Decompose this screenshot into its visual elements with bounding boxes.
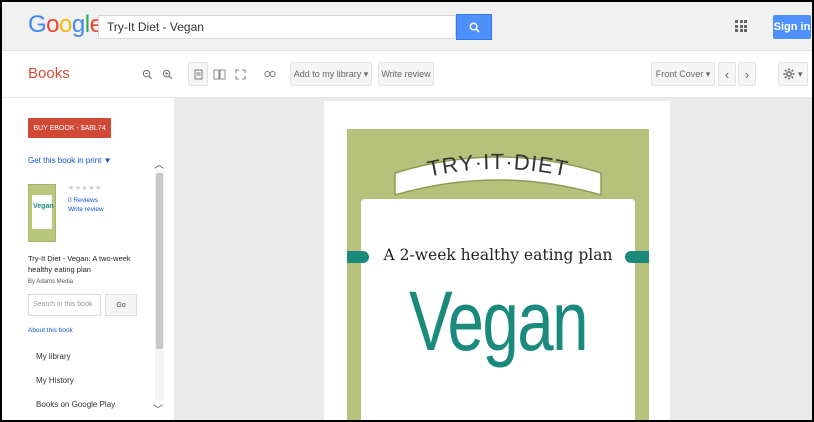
reviews-link[interactable]: 0 Reviews bbox=[68, 197, 98, 204]
link-button[interactable] bbox=[260, 62, 280, 86]
book-sidebar: BUY EBOOK - $ABL74 Get this book in prin… bbox=[2, 98, 174, 420]
go-button[interactable]: Go bbox=[105, 294, 137, 316]
add-to-library-label: Add to my library bbox=[293, 69, 362, 79]
cover-tagline: A 2-week healthy eating plan bbox=[383, 246, 613, 264]
chevron-down-icon: ▾ bbox=[363, 68, 369, 79]
settings-button[interactable]: ▾ bbox=[778, 62, 808, 86]
previous-page-button[interactable]: ‹ bbox=[718, 62, 736, 86]
search-button[interactable] bbox=[456, 14, 492, 40]
rating-stars: ★★★★★ bbox=[68, 185, 102, 192]
fullscreen-icon bbox=[234, 68, 246, 80]
zoom-out-button[interactable] bbox=[138, 62, 156, 86]
gear-icon bbox=[783, 68, 795, 80]
add-to-library-button[interactable]: Add to my library ▾ bbox=[290, 62, 372, 86]
search-input[interactable]: Try-It Diet - Vegan bbox=[98, 15, 456, 39]
chevron-right-icon: › bbox=[744, 66, 750, 82]
front-cover-dropdown[interactable]: Front Cover ▾ bbox=[651, 62, 715, 86]
chevron-down-icon: ▾ bbox=[705, 68, 711, 79]
google-logo[interactable]: Google bbox=[28, 11, 103, 39]
scrollbar-thumb[interactable] bbox=[156, 173, 163, 349]
book-title: Try-It Diet - Vegan: A two-week healthy … bbox=[28, 254, 131, 274]
book-page: TRY·IT·DIET A 2-week healthy eating plan… bbox=[324, 101, 670, 420]
chevron-left-icon: ‹ bbox=[724, 66, 730, 82]
book-thumbnail[interactable]: Vegan bbox=[28, 184, 56, 242]
chevron-down-icon: ▾ bbox=[797, 68, 803, 79]
front-cover-label: Front Cover bbox=[655, 69, 704, 79]
link-icon bbox=[264, 71, 276, 77]
book-author[interactable]: By Adams Media bbox=[28, 279, 73, 285]
two-page-icon bbox=[213, 69, 225, 79]
menu-item-my-library[interactable]: My library bbox=[36, 352, 71, 361]
write-review-button[interactable]: Write review bbox=[378, 62, 434, 86]
apps-grid-icon[interactable] bbox=[735, 20, 747, 32]
buy-ebook-button[interactable]: BUY EBOOK - $ABL74 bbox=[28, 118, 111, 138]
fullscreen-button[interactable] bbox=[230, 62, 250, 86]
zoom-in-button[interactable] bbox=[158, 62, 176, 86]
logo-letter: G bbox=[28, 11, 47, 38]
search-icon bbox=[469, 22, 480, 33]
logo-letter: o bbox=[59, 11, 72, 38]
cover-title: Vegan bbox=[408, 274, 589, 368]
single-page-view-button[interactable] bbox=[188, 62, 208, 86]
thumbnail-title: Vegan bbox=[33, 203, 54, 210]
google-top-bar: Google Try-It Diet - Vegan Sign in bbox=[2, 2, 812, 51]
zoom-in-icon bbox=[162, 69, 172, 79]
browser-frame: Google Try-It Diet - Vegan Sign in Books bbox=[0, 0, 814, 422]
get-in-print-link[interactable]: Get this book in print ▼ bbox=[28, 156, 112, 165]
zoom-out-icon bbox=[142, 69, 152, 79]
book-cover: TRY·IT·DIET A 2-week healthy eating plan… bbox=[347, 129, 649, 420]
logo-letter: g bbox=[71, 11, 85, 38]
book-viewer: TRY·IT·DIET A 2-week healthy eating plan… bbox=[174, 98, 812, 420]
books-toolbar: Books Add to my library ▾ Write review F… bbox=[2, 51, 812, 98]
books-section-title[interactable]: Books bbox=[28, 65, 70, 82]
search-in-book-input[interactable]: Search in this book bbox=[28, 294, 101, 316]
scroll-up-arrow-icon[interactable]: ︿ bbox=[154, 156, 164, 171]
about-this-book-link[interactable]: About this book bbox=[28, 327, 73, 334]
cover-banner: TRY·IT·DIET bbox=[394, 149, 602, 196]
scroll-down-arrow-icon[interactable]: ﹀ bbox=[153, 401, 163, 416]
next-page-button[interactable]: › bbox=[738, 62, 756, 86]
sign-in-button[interactable]: Sign in bbox=[773, 15, 811, 39]
two-page-view-button[interactable] bbox=[208, 62, 230, 86]
menu-item-books-on-google-play[interactable]: Books on Google Play bbox=[36, 400, 115, 409]
single-page-icon bbox=[194, 69, 202, 79]
logo-letter: o bbox=[46, 11, 60, 38]
thumbnail-page bbox=[32, 195, 52, 229]
write-review-link[interactable]: Write review bbox=[68, 206, 104, 213]
menu-item-my-history[interactable]: My History bbox=[36, 376, 74, 385]
